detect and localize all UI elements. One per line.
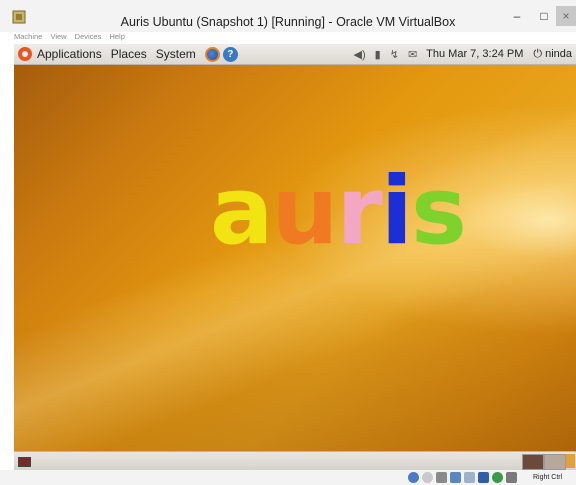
power-icon[interactable]: ⏻ [533,48,542,61]
minimize-button[interactable]: – [503,6,531,26]
show-desktop-icon[interactable] [18,457,31,467]
bottom-panel [14,451,576,471]
workspace-2[interactable] [544,454,566,470]
menu-machine[interactable]: Machine [14,32,42,41]
display-icon[interactable] [478,472,489,483]
help-icon[interactable]: ? [222,46,238,62]
wallpaper-shine [14,88,576,451]
user-name[interactable]: ninda [545,48,572,60]
workspace-1[interactable] [522,454,544,470]
desktop[interactable]: auris [14,65,576,451]
logo-letter: i [380,157,413,266]
network-icon[interactable]: ↯ [390,48,399,61]
firefox-icon[interactable] [204,46,220,62]
close-button[interactable]: × [556,6,576,26]
menu-devices[interactable]: Devices [75,32,102,41]
menu-help[interactable]: Help [109,32,124,41]
logo-letter: a [210,157,273,266]
auris-logo: auris [210,157,467,266]
logo-letter: r [336,157,382,266]
logo-letter: s [410,157,467,266]
optical-drive-icon[interactable] [422,472,433,483]
volume-icon[interactable]: ◀) [354,48,366,61]
maximize-button[interactable]: □ [530,6,558,26]
vbox-menubar: Machine View Devices Help [14,32,131,44]
battery-icon[interactable]: ▮ [375,48,381,61]
places-menu[interactable]: Places [111,47,147,61]
window-titlebar[interactable]: Auris Ubuntu (Snapshot 1) [Running] - Or… [0,0,576,32]
applications-menu[interactable]: Applications [37,47,102,61]
mail-icon[interactable]: ✉ [408,48,417,61]
network-adapter-icon[interactable] [464,472,475,483]
trash-icon[interactable] [566,454,575,468]
usb-icon[interactable] [436,472,447,483]
top-panel: Applications Places System ? ◀) ▮ ↯ ✉ Th… [14,44,576,65]
shared-folders-icon[interactable] [450,472,461,483]
system-menu[interactable]: System [156,47,196,61]
vbox-statusbar: Right Ctrl [0,470,576,485]
ubuntu-logo-icon [18,47,32,61]
clock[interactable]: Thu Mar 7, 3:24 PM [426,48,523,60]
window-title: Auris Ubuntu (Snapshot 1) [Running] - Or… [120,15,456,29]
mouse-integration-icon[interactable] [506,472,517,483]
menu-view[interactable]: View [50,32,66,41]
capture-icon[interactable] [492,472,503,483]
host-key-label: Right Ctrl [533,474,563,481]
logo-letter: u [271,157,338,266]
hard-disk-icon[interactable] [408,472,419,483]
